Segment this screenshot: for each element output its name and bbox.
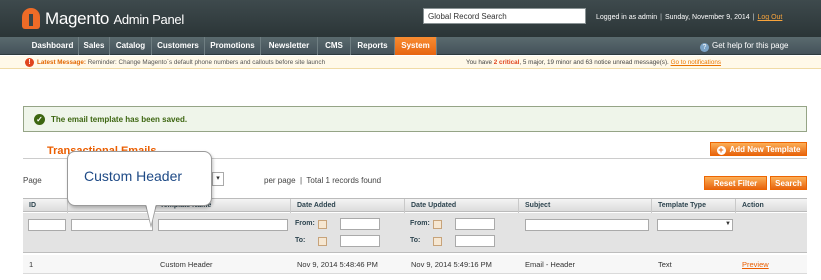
logo-title[interactable]: Magento Admin Panel <box>45 9 184 29</box>
cell-template-type: Text <box>658 260 672 269</box>
per-page-label: per page <box>264 176 296 185</box>
latest-message-label: Latest Message: <box>37 59 86 66</box>
cell-id: 1 <box>29 260 34 269</box>
chevron-down-icon: ▼ <box>725 221 731 227</box>
filter-updated-from-label: From: <box>410 220 430 227</box>
add-new-template-label: Add New Template <box>729 145 801 154</box>
col-action: Action <box>742 202 764 209</box>
notification-summary: You have 2 critical, 5 major, 19 minor a… <box>466 56 721 69</box>
col-subject[interactable]: Subject <box>519 199 652 213</box>
nav-cms[interactable]: CMS <box>318 37 351 55</box>
callout-pointer-fill <box>146 204 156 225</box>
records-found: Total 1 records found <box>306 176 382 185</box>
calendar-icon[interactable] <box>433 220 442 229</box>
table-row[interactable]: 1 Custom Header Nov 9, 2014 5:48:46 PM N… <box>23 255 807 274</box>
filter-added-from-label: From: <box>295 220 315 227</box>
pager-info: per page | Total 1 records found <box>264 176 382 185</box>
critical-count: 2 critical <box>493 59 520 66</box>
filter-subject-input[interactable] <box>525 219 649 231</box>
help-icon: ? <box>700 43 709 52</box>
system-notice: ! Latest Message: Reminder: Change Magen… <box>0 56 821 69</box>
page-label: Page <box>23 176 42 185</box>
current-date: Sunday, November 9, 2014 <box>664 14 750 21</box>
grid-filter-row: From: To: From: To: ▼ <box>23 213 807 253</box>
filter-added-to-label: To: <box>295 237 306 244</box>
filter-name-input[interactable] <box>158 219 288 231</box>
per-page-select[interactable]: ▾ <box>212 172 224 186</box>
latest-message-text: Reminder: Change Magento`s default phone… <box>87 59 326 66</box>
nav-customers[interactable]: Customers <box>152 37 205 55</box>
calendar-icon[interactable] <box>318 220 327 229</box>
nav-promotions[interactable]: Promotions <box>205 37 261 55</box>
latest-message: Latest Message: Reminder: Change Magento… <box>37 56 325 69</box>
preview-link[interactable]: Preview <box>736 255 769 274</box>
success-message: ✓ The email template has been saved. <box>23 106 807 132</box>
col-id[interactable]: ID <box>23 199 68 213</box>
filter-updated-to-input[interactable] <box>455 235 495 247</box>
filter-type-select[interactable] <box>657 219 733 231</box>
calendar-icon[interactable] <box>318 237 327 246</box>
warning-icon: ! <box>25 58 34 67</box>
add-new-template-button[interactable]: + Add New Template <box>710 142 807 156</box>
filter-updated-to-label: To: <box>410 237 421 244</box>
global-search-input[interactable]: Global Record Search <box>423 8 586 24</box>
notification-rest: , 5 major, 19 minor and 63 notice unread… <box>519 59 669 66</box>
nav-catalog[interactable]: Catalog <box>110 37 152 55</box>
filter-added-from-input[interactable] <box>340 218 380 230</box>
callout-text: Custom Header <box>84 168 183 184</box>
cell-template-name: Custom Header <box>160 260 213 269</box>
col-date-added[interactable]: Date Added <box>291 199 405 213</box>
filter-updated-from-input[interactable] <box>455 218 495 230</box>
help-label: Get help for this page <box>712 41 789 50</box>
nav-newsletter[interactable]: Newsletter <box>261 37 318 55</box>
notifications-link[interactable]: Go to notifications <box>671 59 721 66</box>
cell-subject: Email - Header <box>525 260 576 269</box>
main-nav: Dashboard Sales Catalog Customers Promot… <box>0 37 821 55</box>
callout-bubble: Custom Header <box>67 151 212 206</box>
col-template-type[interactable]: Template Type <box>652 199 736 213</box>
logged-in-text: Logged in as admin <box>596 14 658 21</box>
user-info: Logged in as admin | Sunday, November 9, 2… <box>596 14 783 21</box>
nav-system[interactable]: System <box>395 37 437 55</box>
search-button[interactable]: Search <box>770 176 807 190</box>
cell-date-updated: Nov 9, 2014 5:49:16 PM <box>411 260 492 269</box>
help-link[interactable]: ? Get help for this page <box>700 37 789 55</box>
calendar-icon[interactable] <box>433 237 442 246</box>
plus-icon: + <box>716 145 726 155</box>
col-date-updated[interactable]: Date Updated <box>405 199 519 213</box>
filter-code-input[interactable] <box>71 219 153 231</box>
logo-brand: Magento <box>45 9 110 28</box>
notification-prefix: You have <box>466 59 493 66</box>
header-bar: Magento Admin Panel Global Record Search… <box>0 0 821 37</box>
filter-id-input[interactable] <box>28 219 66 231</box>
logo-subtitle: Admin Panel <box>113 12 185 27</box>
logout-link[interactable]: Log Out <box>757 14 782 21</box>
nav-reports[interactable]: Reports <box>351 37 395 55</box>
checkmark-icon: ✓ <box>34 114 45 125</box>
nav-sales[interactable]: Sales <box>79 37 110 55</box>
nav-dashboard[interactable]: Dashboard <box>27 37 79 55</box>
success-text: The email template has been saved. <box>51 115 188 124</box>
cell-date-added: Nov 9, 2014 5:48:46 PM <box>297 260 378 269</box>
magento-logo-icon <box>22 8 40 29</box>
filter-added-to-input[interactable] <box>340 235 380 247</box>
reset-filter-button[interactable]: Reset Filter <box>704 176 767 190</box>
pager: Page per page | Total 1 records found <box>23 176 381 185</box>
